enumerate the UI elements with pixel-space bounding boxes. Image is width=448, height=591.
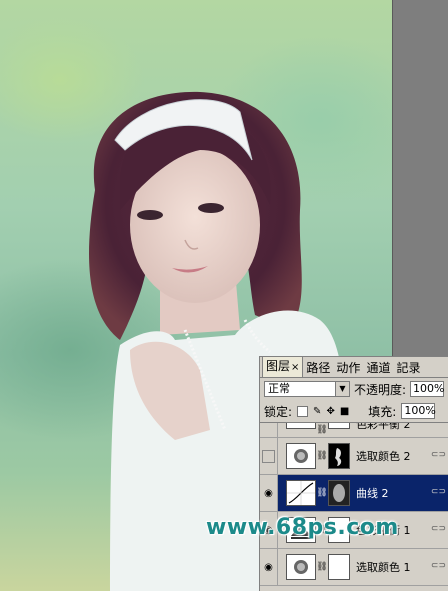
opacity-label: 不透明度: bbox=[354, 382, 407, 397]
adjustment-thumbnail bbox=[286, 554, 316, 580]
blend-mode-value: 正常 bbox=[268, 382, 290, 395]
layer-row[interactable]: ⛓ 选取颜色 2 ⊂⊃ bbox=[260, 438, 448, 475]
layer-name: 色彩平衡 2 bbox=[356, 423, 411, 431]
visibility-toggle[interactable] bbox=[260, 423, 278, 437]
layer-name: 选取颜色 1 bbox=[356, 561, 411, 574]
link-icon: ⛓ bbox=[316, 488, 328, 498]
curves-thumbnail bbox=[286, 480, 316, 506]
eye-icon: ◉ bbox=[264, 561, 273, 573]
adjustment-thumbnail bbox=[286, 423, 316, 429]
link-icon: ⛓ bbox=[316, 562, 328, 572]
layer-row[interactable]: ◉ ⛓ 选取颜色 1 ⊂⊃ bbox=[260, 549, 448, 586]
lock-position-icon[interactable]: ✥ bbox=[326, 406, 334, 417]
link-icon: ⛓ bbox=[316, 425, 328, 435]
eye-icon: ◉ bbox=[264, 487, 273, 499]
layer-name: 曲线 2 bbox=[356, 487, 389, 500]
tab-layers[interactable]: 图层× bbox=[262, 356, 304, 377]
hidden-box bbox=[262, 449, 275, 463]
link-icon: ⛓ bbox=[316, 451, 328, 461]
lock-all-icon[interactable]: ■ bbox=[340, 406, 349, 417]
link-layer-icon: ⊂⊃ bbox=[430, 561, 446, 571]
visibility-toggle[interactable]: ◉ bbox=[260, 549, 278, 585]
link-layer-icon: ⊂⊃ bbox=[430, 487, 446, 497]
chevron-down-icon: ▼ bbox=[335, 382, 349, 396]
link-layer-icon: ⊂⊃ bbox=[430, 524, 446, 534]
layer-name: 选取颜色 2 bbox=[356, 450, 411, 463]
tab-actions[interactable]: 动作 bbox=[333, 359, 363, 377]
lock-label: 锁定: bbox=[264, 404, 293, 419]
lock-row: 锁定: ✎ ✥ ■ 填充: 100% bbox=[260, 400, 448, 423]
blend-mode-select[interactable]: 正常 ▼ bbox=[264, 381, 350, 397]
visibility-toggle[interactable] bbox=[260, 438, 278, 474]
layer-mask-thumbnail bbox=[328, 480, 350, 506]
lock-transparency-icon[interactable] bbox=[297, 405, 309, 417]
tab-channels[interactable]: 通道 bbox=[363, 359, 393, 377]
layer-mask-thumbnail bbox=[328, 423, 350, 429]
layer-row[interactable]: ◉ ⛓ 曲线 2 ⊂⊃ bbox=[260, 475, 448, 512]
layer-mask-thumbnail bbox=[328, 443, 350, 469]
layer-mask-thumbnail bbox=[328, 554, 350, 580]
link-layer-icon: ⊂⊃ bbox=[430, 450, 446, 460]
fill-label: 填充: bbox=[368, 404, 397, 419]
fill-input[interactable]: 100% bbox=[401, 403, 436, 419]
close-icon[interactable]: × bbox=[291, 362, 299, 373]
panel-tabs: 图层× 路径 动作 通道 記录 bbox=[260, 356, 448, 378]
layers-panel: 图层× 路径 动作 通道 記录 正常 ▼ 不透明度: 100% 锁定: ✎ ✥ … bbox=[259, 356, 448, 591]
tab-paths[interactable]: 路径 bbox=[303, 359, 333, 377]
adjustment-thumbnail bbox=[286, 443, 316, 469]
layer-row[interactable]: ⛓ 色彩平衡 2 bbox=[260, 423, 448, 438]
opacity-input[interactable]: 100% bbox=[410, 381, 445, 397]
visibility-toggle[interactable]: ◉ bbox=[260, 475, 278, 511]
blend-row: 正常 ▼ 不透明度: 100% bbox=[260, 378, 448, 400]
layer-list: ⛓ 色彩平衡 2 ⛓ 选取颜色 2 ⊂⊃ ◉ ⛓ 曲线 2 ⊂⊃ ◉ ⛓ 色彩平… bbox=[260, 423, 448, 586]
lock-pixels-icon[interactable]: ✎ bbox=[313, 406, 321, 417]
watermark-text: www.68ps.com bbox=[206, 515, 399, 540]
tab-history[interactable]: 記录 bbox=[393, 359, 423, 377]
